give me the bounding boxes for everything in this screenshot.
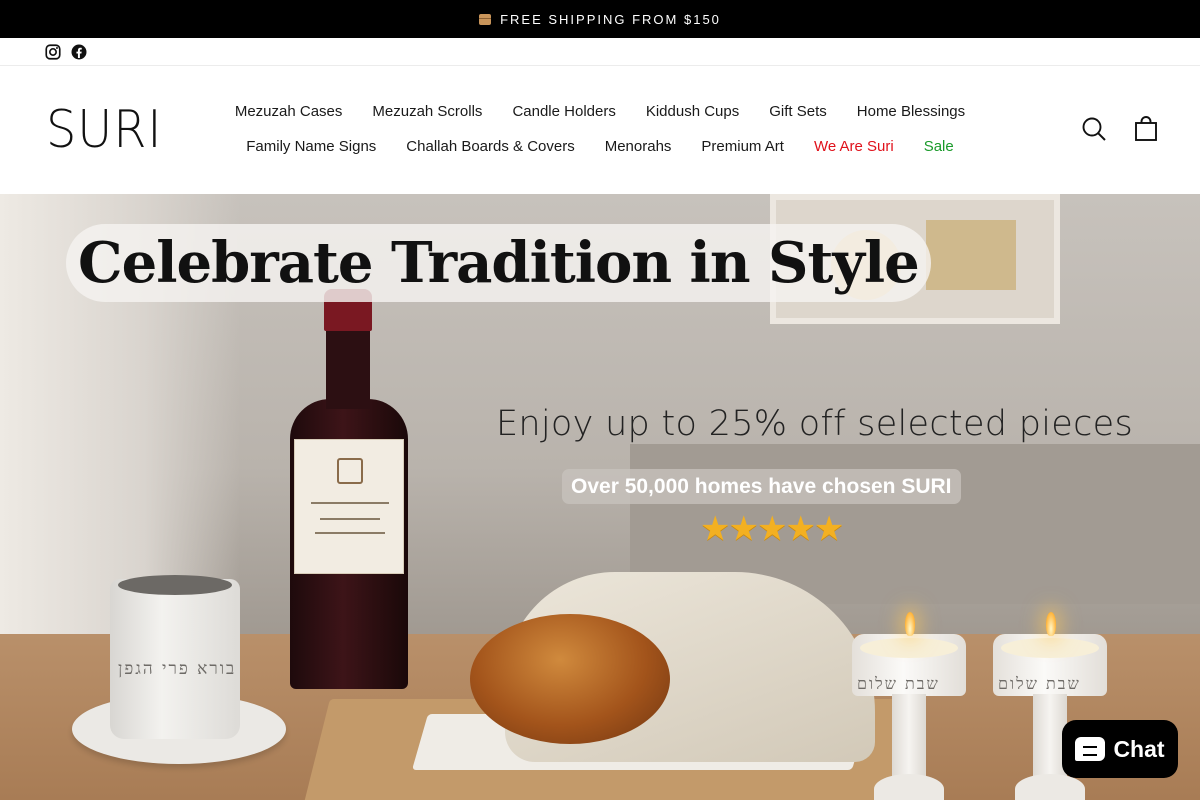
candle-holder-left-image (852, 612, 966, 800)
nav-kiddush-cups[interactable]: Kiddush Cups (646, 103, 739, 120)
chat-bubble-icon (1075, 737, 1106, 761)
main-nav-row-2: Family Name Signs Challah Boards & Cover… (225, 138, 975, 155)
logo[interactable]: SURI (46, 104, 162, 156)
nav-family-name-signs[interactable]: Family Name Signs (246, 138, 376, 155)
rating-stars: ★★★★★ (700, 510, 844, 548)
nav-sale[interactable]: Sale (924, 138, 954, 155)
chat-button[interactable]: Chat (1062, 720, 1178, 778)
cart-icon[interactable] (1133, 116, 1159, 142)
nav-mezuzah-cases[interactable]: Mezuzah Cases (235, 103, 343, 120)
cup-inscription: בורא פרי הגפן (118, 659, 237, 679)
social-bar (0, 38, 1200, 66)
package-icon (479, 13, 492, 25)
announcement-bar: FREE SHIPPING FROM $150 (0, 0, 1200, 38)
wine-bottle-image (290, 289, 408, 689)
nav-gift-sets[interactable]: Gift Sets (769, 103, 827, 120)
chat-label: Chat (1113, 735, 1165, 762)
site-header: SURI Mezuzah Cases Mezuzah Scrolls Candl… (0, 66, 1200, 194)
main-nav-row-1: Mezuzah Cases Mezuzah Scrolls Candle Hol… (225, 103, 975, 120)
search-icon[interactable] (1081, 116, 1107, 142)
nav-we-are-suri[interactable]: We Are Suri (814, 138, 894, 155)
nav-mezuzah-scrolls[interactable]: Mezuzah Scrolls (372, 103, 482, 120)
announcement-text: FREE SHIPPING FROM $150 (500, 11, 721, 27)
social-proof-badge: Over 50,000 homes have chosen SURI (562, 469, 961, 504)
candle-inscription-right: שבת שלום (998, 674, 1081, 693)
nav-challah-boards-covers[interactable]: Challah Boards & Covers (406, 138, 574, 155)
hero-subheadline: Enjoy up to 25% off selected pieces (496, 404, 1134, 444)
hero-headline: Celebrate Tradition in Style (66, 224, 931, 302)
hero-banner[interactable]: בורא פרי הגפן שבת שלום שבת שלום Celebrat… (0, 194, 1200, 800)
challah-bread-image (470, 614, 670, 744)
nav-candle-holders[interactable]: Candle Holders (512, 103, 615, 120)
facebook-icon[interactable] (70, 43, 88, 61)
nav-premium-art[interactable]: Premium Art (701, 138, 784, 155)
candle-inscription-left: שבת שלום (857, 674, 940, 693)
instagram-icon[interactable] (44, 43, 62, 61)
nav-menorahs[interactable]: Menorahs (605, 138, 672, 155)
nav-home-blessings[interactable]: Home Blessings (857, 103, 965, 120)
